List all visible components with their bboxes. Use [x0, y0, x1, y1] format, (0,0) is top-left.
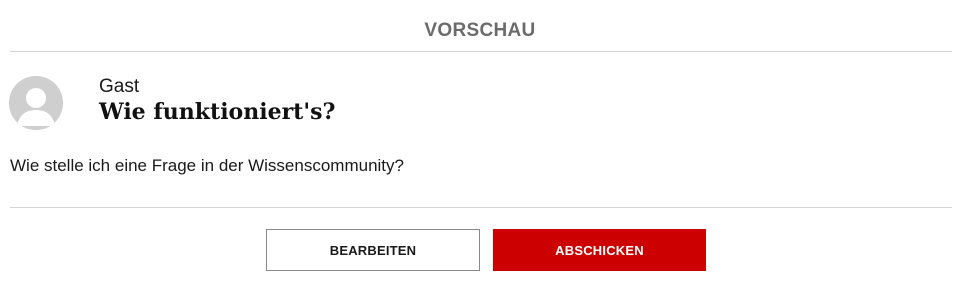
- question-title: Wie funktioniert's?: [99, 99, 336, 125]
- person-silhouette-icon: [9, 76, 63, 130]
- bottom-divider: [10, 207, 952, 208]
- preview-heading: VORSCHAU: [424, 20, 536, 41]
- edit-button[interactable]: BEARBEITEN: [266, 229, 480, 271]
- top-divider: [10, 51, 952, 52]
- user-avatar-icon: [9, 76, 63, 130]
- preview-panel: VORSCHAU Gast Wie funktioniert's? Wie st…: [0, 0, 960, 288]
- question-body: Wie stelle ich eine Frage in der Wissens…: [10, 156, 404, 175]
- author-name: Gast: [99, 76, 140, 97]
- submit-button[interactable]: ABSCHICKEN: [493, 229, 706, 271]
